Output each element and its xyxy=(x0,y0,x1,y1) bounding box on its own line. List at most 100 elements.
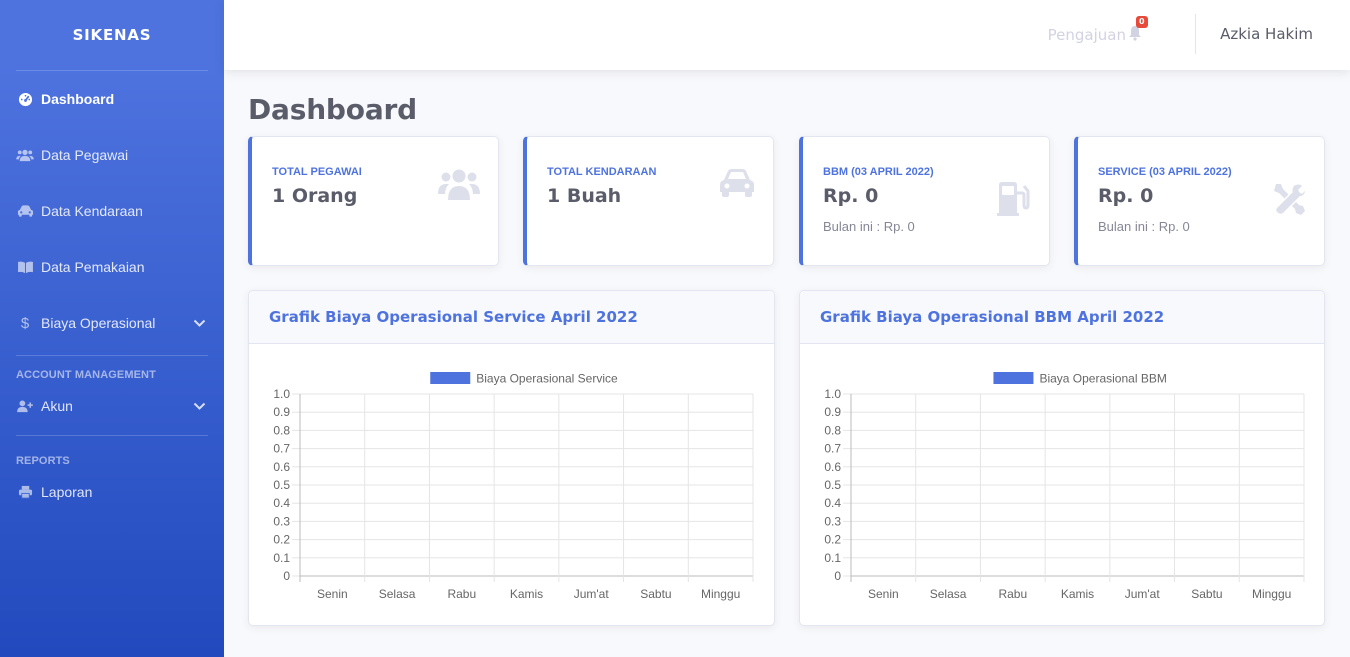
users-icon xyxy=(16,147,34,163)
x-tick-label: Jum'at xyxy=(574,587,610,601)
x-tick-label: Selasa xyxy=(930,587,967,601)
sidebar-item-data-pemakaian[interactable]: Data Pemakaian xyxy=(0,239,224,295)
pengajuan-link[interactable]: Pengajuan 0 xyxy=(1047,16,1148,45)
sidebar-item-label: Data Kendaraan xyxy=(41,203,143,219)
print-icon xyxy=(16,484,34,500)
chevron-down-icon xyxy=(193,315,206,331)
car-icon xyxy=(719,167,755,204)
sidebar-item-label: Data Pegawai xyxy=(41,147,129,163)
card-value: 1 Buah xyxy=(547,185,622,207)
y-tick-label: 0.1 xyxy=(273,551,290,565)
x-tick-label: Minggu xyxy=(701,587,740,601)
card-bbm: BBM (03 APRIL 2022) Rp. 0 Bulan ini : Rp… xyxy=(799,136,1050,266)
topbar: Pengajuan 0 Azkia Hakim xyxy=(224,0,1350,70)
sidebar-item-label: Laporan xyxy=(41,484,93,500)
legend-label: Biaya Operasional BBM xyxy=(1039,372,1166,386)
card-label: TOTAL KENDARAAN xyxy=(547,166,657,178)
y-tick-label: 0 xyxy=(283,569,290,583)
notification-badge: 0 xyxy=(1136,16,1148,28)
pengajuan-label: Pengajuan xyxy=(1047,26,1126,44)
y-tick-label: 0.6 xyxy=(824,460,841,474)
card-label: SERVICE (03 APRIL 2022) xyxy=(1098,166,1232,178)
card-value: Rp. 0 xyxy=(823,185,879,207)
legend-swatch xyxy=(430,372,471,384)
card-label: TOTAL PEGAWAI xyxy=(272,166,362,178)
card-label: BBM (03 APRIL 2022) xyxy=(823,166,934,178)
sidebar: SIKENAS Dashboard Data Pegawai Data Kend… xyxy=(0,0,224,657)
card-total-kendaraan: TOTAL KENDARAAN 1 Buah xyxy=(523,136,774,266)
y-tick-label: 0.7 xyxy=(824,442,841,456)
y-tick-label: 0.3 xyxy=(824,514,841,528)
brand-logo[interactable]: SIKENAS xyxy=(0,0,224,70)
x-tick-label: Selasa xyxy=(379,587,416,601)
sidebar-item-akun[interactable]: Akun xyxy=(0,381,224,431)
sidebar-item-biaya-operasional[interactable]: $ Biaya Operasional xyxy=(0,295,224,351)
tools-icon xyxy=(1272,182,1307,221)
y-tick-label: 0.5 xyxy=(824,478,841,492)
sidebar-item-label: Dashboard xyxy=(41,91,115,107)
legend-swatch xyxy=(993,372,1034,384)
dollar-icon: $ xyxy=(20,314,30,332)
sidebar-heading-account: ACCOUNT MANAGEMENT xyxy=(16,369,156,381)
y-tick-label: 0.9 xyxy=(824,405,841,419)
y-tick-label: 1.0 xyxy=(273,387,290,401)
card-subtext: Bulan ini : Rp. 0 xyxy=(1098,219,1190,234)
sidebar-item-label: Data Pemakaian xyxy=(41,259,145,275)
sidebar-item-dashboard[interactable]: Dashboard xyxy=(0,71,224,127)
y-tick-label: 1.0 xyxy=(824,387,841,401)
y-tick-label: 0.4 xyxy=(824,496,841,510)
bell-icon: 0 xyxy=(1128,16,1148,45)
y-tick-label: 0.9 xyxy=(273,405,290,419)
x-tick-label: Senin xyxy=(317,587,348,601)
card-subtext: Bulan ini : Rp. 0 xyxy=(823,219,915,234)
sidebar-item-data-pegawai[interactable]: Data Pegawai xyxy=(0,127,224,183)
card-service: SERVICE (03 APRIL 2022) Rp. 0 Bulan ini … xyxy=(1074,136,1325,266)
y-tick-label: 0.2 xyxy=(824,533,841,547)
tachometer-icon xyxy=(16,91,34,107)
x-tick-label: Sabtu xyxy=(640,587,671,601)
sidebar-divider xyxy=(16,355,208,356)
sidebar-item-label: Biaya Operasional xyxy=(41,315,156,331)
legend-label: Biaya Operasional Service xyxy=(476,372,618,386)
panel-chart-service: Grafik Biaya Operasional Service April 2… xyxy=(248,290,775,626)
y-tick-label: 0.1 xyxy=(824,551,841,565)
page-title: Dashboard xyxy=(248,93,417,126)
gas-pump-icon xyxy=(997,181,1031,222)
card-total-pegawai: TOTAL PEGAWAI 1 Orang xyxy=(248,136,499,266)
user-plus-icon xyxy=(16,398,34,414)
x-tick-label: Kamis xyxy=(510,587,543,601)
topbar-divider xyxy=(1195,14,1196,54)
y-tick-label: 0.8 xyxy=(273,423,290,437)
sidebar-item-data-kendaraan[interactable]: Data Kendaraan xyxy=(0,183,224,239)
chart-service: Biaya Operasional Service 0 0.1 0.2 0.3 0.4 0.… xyxy=(273,372,754,601)
sidebar-item-laporan[interactable]: Laporan xyxy=(0,467,224,517)
x-tick-label: Rabu xyxy=(998,587,1027,601)
x-tick-label: Kamis xyxy=(1061,587,1094,601)
sidebar-divider xyxy=(16,435,208,436)
y-tick-label: 0.4 xyxy=(273,496,290,510)
user-menu[interactable]: Azkia Hakim xyxy=(1220,25,1313,43)
x-tick-label: Sabtu xyxy=(1191,587,1222,601)
y-tick-label: 0.7 xyxy=(273,442,290,456)
panel-title: Grafik Biaya Operasional BBM April 2022 xyxy=(800,291,1324,344)
chevron-down-icon xyxy=(193,398,206,414)
y-tick-label: 0.8 xyxy=(824,423,841,437)
sidebar-heading-reports: REPORTS xyxy=(16,455,70,467)
y-tick-label: 0.2 xyxy=(273,533,290,547)
car-icon xyxy=(16,203,34,219)
y-tick-label: 0.6 xyxy=(273,460,290,474)
x-tick-label: Minggu xyxy=(1252,587,1291,601)
y-tick-label: 0 xyxy=(834,569,841,583)
card-value: 1 Orang xyxy=(272,185,358,207)
x-tick-label: Rabu xyxy=(447,587,476,601)
y-tick-label: 0.3 xyxy=(273,514,290,528)
panel-chart-bbm: Grafik Biaya Operasional BBM April 2022 … xyxy=(799,290,1325,626)
panel-title: Grafik Biaya Operasional Service April 2… xyxy=(249,291,774,344)
book-icon xyxy=(16,259,34,275)
sidebar-item-label: Akun xyxy=(41,398,73,414)
x-tick-label: Jum'at xyxy=(1125,587,1161,601)
chart-bbm: Biaya Operasional BBM 0 0.1 0.2 0.3 0.4 0.5 0.6… xyxy=(824,372,1305,601)
y-tick-label: 0.5 xyxy=(273,478,290,492)
users-icon xyxy=(438,167,480,206)
card-value: Rp. 0 xyxy=(1098,185,1154,207)
